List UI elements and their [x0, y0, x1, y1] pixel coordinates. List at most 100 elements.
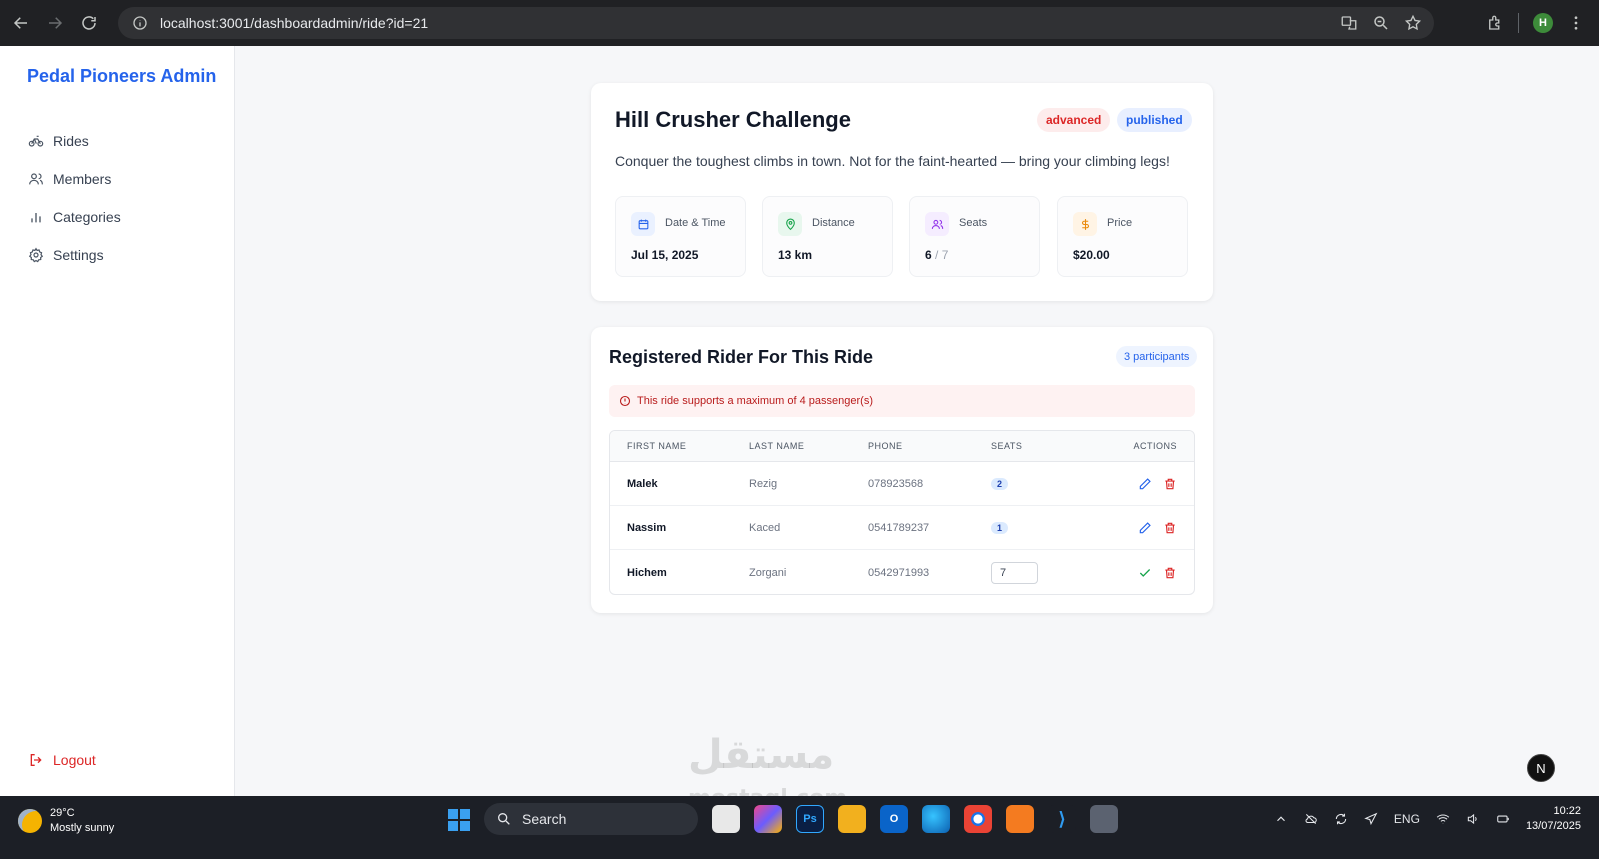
brand-title[interactable]: Pedal Pioneers Admin	[27, 66, 216, 87]
clock-date: 13/07/2025	[1525, 820, 1581, 832]
cloud-off-icon[interactable]	[1304, 812, 1318, 826]
file-icon[interactable]	[712, 805, 740, 833]
stat-value: 6 / 7	[925, 248, 948, 262]
edit-pencil-icon[interactable]	[1138, 521, 1152, 535]
weather-text: Mostly sunny	[50, 822, 115, 834]
toolbar-separator	[1518, 13, 1519, 33]
edit-pencil-icon[interactable]	[1138, 477, 1152, 491]
sidebar-item-categories[interactable]: Categories	[28, 198, 121, 236]
sync-icon[interactable]	[1334, 812, 1348, 826]
logout-icon	[30, 754, 42, 766]
bookmark-star-icon[interactable]	[1404, 14, 1422, 32]
zoom-icon[interactable]	[1372, 14, 1390, 32]
language-indicator[interactable]: ENG	[1394, 812, 1420, 826]
reload-button[interactable]	[72, 6, 106, 40]
folder-icon[interactable]	[838, 805, 866, 833]
column-header: PHONE	[868, 441, 903, 451]
sidebar-item-label: Members	[53, 171, 112, 187]
trash-icon[interactable]	[1163, 477, 1177, 491]
wifi-icon[interactable]	[1436, 812, 1450, 826]
stat-seats: Seats 6 / 7	[909, 196, 1040, 277]
participants-badge: 3 participants	[1116, 346, 1198, 367]
seats-taken: 6	[925, 248, 932, 262]
clock-time: 10:22	[1553, 805, 1581, 817]
column-header: ACTIONS	[1133, 441, 1177, 451]
stat-label: Seats	[959, 217, 988, 229]
last-name: Zorgani	[749, 566, 787, 579]
sidebar-item-label: Rides	[53, 133, 89, 149]
first-name: Nassim	[627, 521, 667, 534]
address-bar[interactable]: localhost:3001/dashboardadmin/ride?id=21	[118, 7, 1434, 39]
first-name: Malek	[627, 477, 658, 490]
column-header: FIRST NAME	[627, 441, 687, 451]
taskbar-search[interactable]: Search	[484, 803, 698, 835]
stat-label: Distance	[812, 217, 855, 229]
bike-icon	[28, 135, 44, 147]
settings-gear-icon[interactable]	[1090, 805, 1118, 833]
sidebar-item-label: Settings	[53, 247, 104, 263]
search-icon	[498, 813, 510, 825]
url-text: localhost:3001/dashboardadmin/ride?id=21	[160, 15, 429, 31]
level-badge: advanced	[1037, 108, 1111, 132]
column-header: SEATS	[991, 441, 1023, 451]
trash-icon[interactable]	[1163, 521, 1177, 535]
phone: 0542971993	[868, 566, 930, 579]
stat-value: 13 km	[778, 248, 813, 262]
vscode-icon[interactable]: ⟩	[1048, 805, 1076, 833]
clock[interactable]: 10:22 13/07/2025	[1526, 804, 1581, 834]
watermark-arabic: مستقل	[688, 732, 835, 778]
stat-distance: Distance 13 km	[762, 196, 893, 277]
stat-value: $20.00	[1073, 248, 1110, 262]
alert-text: This ride supports a maximum of 4 passen…	[637, 395, 873, 407]
seats-pill: 2	[991, 477, 1009, 490]
send-icon[interactable]	[1364, 812, 1378, 826]
profile-avatar[interactable]: H	[1533, 13, 1553, 33]
registered-riders-card: Registered Rider For This Ride 3 partici…	[591, 327, 1213, 613]
weather-widget[interactable]: 29°C Mostly sunny	[18, 806, 114, 836]
riders-title: Registered Rider For This Ride	[609, 347, 874, 367]
os-taskbar: 29°C Mostly sunny Search Ps O ⟩ ENG 10:2…	[0, 796, 1599, 859]
capacity-alert: This ride supports a maximum of 4 passen…	[609, 385, 1195, 417]
nextjs-badge[interactable]: N	[1527, 754, 1555, 782]
sidebar-item-rides[interactable]: Rides	[28, 122, 121, 160]
sidebar: Pedal Pioneers Admin Rides Members Categ…	[0, 46, 235, 796]
seats-editor	[991, 561, 1038, 584]
edge-icon[interactable]	[922, 805, 950, 833]
chevron-up-icon[interactable]	[1274, 812, 1288, 826]
xampp-icon[interactable]	[1006, 805, 1034, 833]
chrome-icon[interactable]	[964, 805, 992, 833]
windows-start-icon[interactable]	[448, 809, 470, 831]
sidebar-item-settings[interactable]: Settings	[28, 236, 121, 274]
forward-button[interactable]	[38, 6, 72, 40]
row-actions	[1138, 477, 1177, 491]
arrow-right-icon	[49, 17, 63, 29]
stat-label: Price	[1107, 217, 1133, 229]
logout-label: Logout	[53, 752, 96, 768]
copilot-icon[interactable]	[754, 805, 782, 833]
extensions-icon[interactable]	[1486, 14, 1504, 32]
bar-chart-icon	[31, 213, 41, 223]
status-badge: published	[1117, 108, 1192, 132]
photoshop-icon[interactable]: Ps	[796, 805, 824, 833]
column-header: LAST NAME	[749, 441, 805, 451]
check-icon[interactable]	[1138, 566, 1152, 580]
logout-button[interactable]: Logout	[28, 752, 96, 768]
battery-icon[interactable]	[1496, 812, 1510, 826]
ride-title: Hill Crusher Challenge	[615, 107, 851, 132]
last-name: Kaced	[749, 521, 781, 534]
sidebar-item-members[interactable]: Members	[28, 160, 121, 198]
site-info-icon[interactable]	[132, 15, 148, 31]
phone: 0541789237	[868, 521, 930, 534]
stat-value: Jul 15, 2025	[631, 248, 699, 262]
translate-icon[interactable]	[1340, 14, 1358, 32]
outlook-icon[interactable]: O	[880, 805, 908, 833]
volume-icon[interactable]	[1466, 812, 1480, 826]
table-row: Hichem Zorgani 0542971993	[610, 550, 1194, 594]
users-icon	[29, 173, 43, 185]
seats-input[interactable]	[991, 561, 1038, 584]
trash-icon[interactable]	[1163, 566, 1177, 580]
sidebar-item-label: Categories	[53, 209, 121, 225]
back-button[interactable]	[4, 6, 38, 40]
more-menu-icon[interactable]	[1567, 14, 1585, 32]
calendar-icon	[631, 212, 655, 236]
